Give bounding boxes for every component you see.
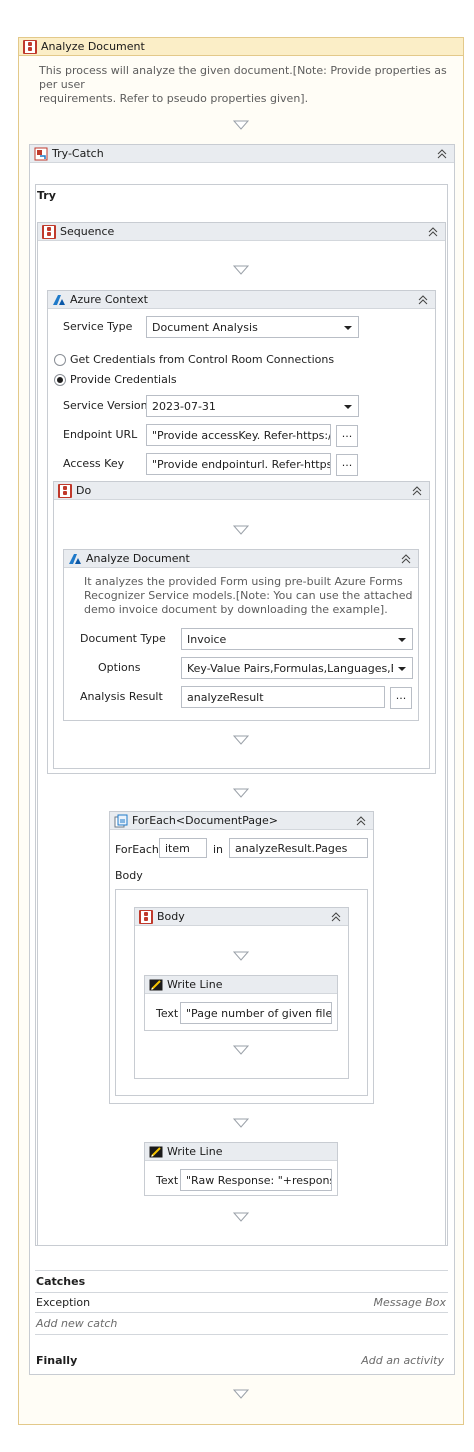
azure-context-header[interactable]: Azure Context	[48, 291, 435, 309]
exception-handler[interactable]: Message Box	[374, 1296, 447, 1309]
finally-label: Finally	[36, 1354, 78, 1367]
writeline-title: Write Line	[167, 1145, 223, 1158]
drop-target-icon[interactable]	[233, 265, 249, 275]
collapse-icon[interactable]	[330, 911, 342, 923]
body-sequence-title: Body	[157, 910, 185, 923]
drop-target-icon[interactable]	[233, 525, 249, 535]
writeline-text-label: Text	[156, 1007, 179, 1020]
drop-target-icon[interactable]	[233, 1045, 249, 1055]
radio-provide-label: Provide Credentials	[70, 373, 177, 386]
writeline-icon	[149, 1145, 163, 1159]
trycatch-header[interactable]: Try-Catch	[30, 145, 454, 163]
writeline-text-label: Text	[156, 1174, 179, 1187]
foreach-in-label: in	[213, 843, 224, 856]
radio-provide-credentials[interactable]	[54, 374, 66, 386]
foreach-collection-input[interactable]: analyzeResult.Pages	[229, 838, 368, 858]
service-version-label: Service Version	[63, 399, 148, 412]
analyze-document-title: Analyze Document	[86, 552, 190, 565]
service-type-select[interactable]: Document Analysis	[146, 316, 359, 338]
foreach-header[interactable]: ForEach<DocumentPage>	[110, 812, 373, 830]
analysis-result-label: Analysis Result	[80, 690, 163, 703]
sequence-icon	[58, 484, 72, 498]
catches-label: Catches	[36, 1275, 86, 1288]
endpoint-url-label: Endpoint URL	[63, 428, 138, 441]
foreach-label: ForEach	[115, 843, 159, 856]
sequence-title: Sequence	[60, 225, 115, 238]
collapse-icon[interactable]	[417, 294, 429, 306]
finally-add-activity[interactable]: Add an activity	[361, 1354, 444, 1367]
drop-target-icon[interactable]	[233, 951, 249, 961]
divider	[35, 1312, 448, 1313]
divider	[35, 1334, 448, 1335]
access-key-input[interactable]: "Provide endpointurl. Refer-https://	[146, 453, 331, 475]
document-type-label: Document Type	[80, 632, 166, 645]
azure-icon	[52, 293, 66, 307]
writeline-title: Write Line	[167, 978, 223, 991]
writeline-text-input[interactable]: "Page number of given file is	[180, 1002, 332, 1024]
trycatch-icon	[34, 147, 48, 161]
collapse-icon[interactable]	[355, 815, 367, 827]
writeline-icon	[149, 978, 163, 992]
sequence-icon	[139, 910, 153, 924]
body-sequence-header[interactable]: Body	[135, 908, 348, 926]
sequence-icon	[42, 225, 56, 239]
drop-target-icon[interactable]	[233, 1389, 249, 1399]
trycatch-title: Try-Catch	[52, 147, 104, 160]
radio-control-room[interactable]	[54, 354, 66, 366]
endpoint-url-input[interactable]: "Provide accessKey. Refer-https://dc	[146, 424, 331, 446]
drop-target-icon[interactable]	[233, 788, 249, 798]
radio-control-room-label: Get Credentials from Control Room Connec…	[70, 353, 335, 366]
access-key-ellipsis-button[interactable]: ...	[336, 454, 358, 476]
root-title: Analyze Document	[41, 40, 145, 53]
divider	[35, 1292, 448, 1293]
drop-target-icon[interactable]	[233, 1212, 249, 1222]
writeline-header[interactable]: Write Line	[145, 976, 337, 994]
options-select[interactable]: Key-Value Pairs,Formulas,Languages,Barcc	[181, 657, 413, 679]
exception-label[interactable]: Exception	[36, 1296, 90, 1309]
drop-target-icon[interactable]	[233, 120, 249, 130]
service-version-select[interactable]: 2023-07-31	[146, 395, 359, 417]
access-key-label: Access Key	[63, 457, 125, 470]
options-label: Options	[98, 661, 141, 674]
analysis-result-ellipsis-button[interactable]: ...	[390, 687, 412, 709]
collapse-icon[interactable]	[411, 485, 423, 497]
drop-target-icon[interactable]	[233, 1118, 249, 1128]
root-description: This process will analyze the given docu…	[39, 64, 447, 105]
analyze-document-header[interactable]: Analyze Document	[64, 550, 418, 568]
collapse-icon[interactable]	[427, 226, 439, 238]
drop-target-icon[interactable]	[233, 735, 249, 745]
add-new-catch-link[interactable]: Add new catch	[36, 1317, 117, 1330]
azure-context-title: Azure Context	[70, 293, 148, 306]
foreach-body-label: Body	[115, 869, 143, 882]
foreach-title: ForEach<DocumentPage>	[132, 814, 278, 827]
analyze-description: It analyzes the provided Form using pre-…	[84, 575, 413, 616]
collapse-icon[interactable]	[400, 553, 412, 565]
divider	[35, 1270, 448, 1271]
foreach-item-input[interactable]: item	[159, 838, 207, 858]
service-type-label: Service Type	[63, 320, 133, 333]
azure-icon	[68, 552, 82, 566]
root-header[interactable]: Analyze Document	[19, 38, 463, 56]
collapse-icon[interactable]	[436, 148, 448, 160]
do-title: Do	[76, 484, 92, 497]
writeline-text-input[interactable]: "Raw Response: "+response	[180, 1169, 332, 1191]
foreach-icon	[114, 814, 128, 828]
writeline-header[interactable]: Write Line	[145, 1143, 337, 1161]
sequence-header[interactable]: Sequence	[38, 223, 445, 241]
sequence-icon	[23, 40, 37, 54]
try-label: Try	[37, 189, 56, 202]
endpoint-ellipsis-button[interactable]: ...	[336, 425, 358, 447]
document-type-select[interactable]: Invoice	[181, 628, 413, 650]
analysis-result-input[interactable]: analyzeResult	[181, 686, 385, 708]
do-header[interactable]: Do	[54, 482, 429, 500]
